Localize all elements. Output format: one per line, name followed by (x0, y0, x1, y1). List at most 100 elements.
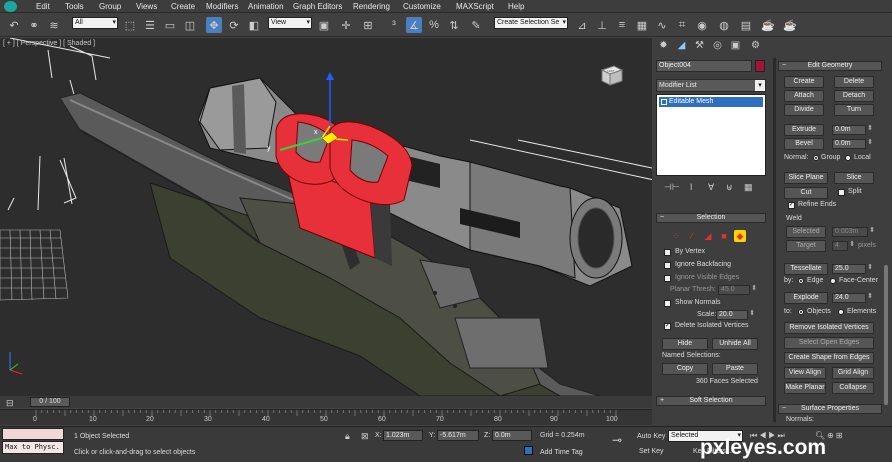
command-panel-scrollbar[interactable] (884, 265, 888, 405)
copy-button[interactable]: Copy (662, 363, 708, 375)
auto-key-button[interactable]: Auto Key (637, 433, 665, 440)
expand-icon[interactable] (661, 99, 667, 105)
tessellate-button[interactable]: Tessellate (784, 263, 828, 275)
delete-isolated-checkbox[interactable]: ✓ (664, 323, 671, 330)
window-crossing-icon[interactable]: ◫ (182, 17, 198, 33)
lock-icon[interactable]: 🔒︎ (345, 431, 350, 442)
perspective-viewport[interactable]: y x [ + ] [ Perspective ] [ Shaded ] (0, 38, 652, 396)
menu-views[interactable]: Views (136, 2, 157, 11)
select-open-edges-button[interactable]: Select Open Edges (784, 337, 874, 349)
ignore-visible-edges-checkbox[interactable] (664, 275, 671, 282)
tessellate-edge-radio[interactable] (798, 278, 804, 284)
key-icon[interactable]: ⊸ (612, 433, 622, 447)
link-icon[interactable]: ⚭ (26, 17, 42, 33)
show-end-result-icon[interactable]: ǀ (690, 182, 692, 192)
scale-spinner[interactable]: 20.0 (716, 310, 755, 320)
rect-selection-icon[interactable]: ▭ (162, 17, 178, 33)
view-align-button[interactable]: View Align (784, 367, 826, 379)
vertex-subobject-icon[interactable]: ⁘ (670, 230, 682, 242)
explode-elements-radio[interactable] (838, 309, 844, 315)
detach-button[interactable]: Detach (834, 90, 874, 102)
turn-button[interactable]: Turn (834, 104, 874, 116)
menu-customize[interactable]: Customize (403, 2, 441, 11)
element-subobject-icon[interactable]: ◆ (734, 230, 746, 242)
layer-manager-icon[interactable]: ≡ (614, 17, 630, 33)
maxscript-listener-top[interactable] (2, 428, 64, 440)
display-tab-icon[interactable]: ▣ (728, 40, 743, 54)
cut-button[interactable]: Cut (784, 187, 828, 199)
viewport-label[interactable]: [ + ] [ Perspective ] [ Shaded ] (3, 40, 95, 47)
collapse-button[interactable]: Collapse (832, 382, 874, 394)
y-coordinate-field[interactable]: -5.617m (437, 430, 479, 441)
select-object-icon[interactable]: ⬚ (122, 17, 138, 33)
object-name-field[interactable]: Object004 (656, 60, 752, 72)
explode-spinner[interactable]: 24.0 (832, 293, 873, 303)
menu-modifiers[interactable]: Modifiers (206, 2, 238, 11)
create-tab-icon[interactable]: ✹ (656, 40, 671, 54)
viewcube[interactable]: LEFT (598, 63, 624, 87)
rendered-frame-icon[interactable]: ▤ (738, 17, 754, 33)
time-slider-track[interactable] (0, 396, 652, 408)
menu-rendering[interactable]: Rendering (353, 2, 390, 11)
configure-sets-icon[interactable]: ▦ (744, 182, 753, 193)
menu-group[interactable]: Group (99, 2, 121, 11)
split-checkbox[interactable] (838, 189, 845, 196)
refine-ends-checkbox[interactable]: ✓ (788, 202, 795, 209)
remove-isolated-button[interactable]: Remove Isolated Vertices (784, 322, 874, 334)
modifier-list-dropdown[interactable]: Modifier List (656, 79, 766, 92)
stack-item-editable-mesh[interactable]: Editable Mesh (659, 97, 763, 107)
mirror-icon[interactable]: ⊿ (574, 17, 590, 33)
align-icon[interactable]: ⊥ (594, 17, 610, 33)
selection-rollout-header[interactable]: − Selection (656, 213, 766, 223)
curve-editor-icon[interactable]: ∿ (654, 17, 670, 33)
target-pixels-spinner[interactable]: 4 (832, 241, 855, 251)
menu-animation[interactable]: Animation (248, 2, 284, 11)
edit-named-selection-icon[interactable]: ✎ (468, 17, 484, 33)
trackbar-toggle-icon[interactable]: ⊟ (6, 398, 14, 409)
ignore-backfacing-checkbox[interactable] (664, 262, 671, 269)
reference-coord-dropdown[interactable]: View (268, 17, 312, 29)
create-button[interactable]: Create (784, 76, 824, 88)
chevron-down-icon[interactable]: ▾ (755, 80, 765, 91)
attach-button[interactable]: Attach (784, 90, 824, 102)
add-time-tag[interactable]: Add Time Tag (540, 449, 583, 456)
explode-button[interactable]: Explode (784, 292, 828, 304)
create-shape-button[interactable]: Create Shape from Edges (784, 352, 874, 364)
normal-local-radio[interactable] (845, 155, 851, 161)
z-coordinate-field[interactable]: 0.0m (492, 430, 532, 441)
extrude-button[interactable]: Extrude (784, 124, 824, 136)
slice-plane-button[interactable]: Slice Plane (784, 172, 828, 184)
extrude-spinner[interactable]: 0.0m (832, 125, 873, 135)
menu-edit[interactable]: Edit (36, 2, 50, 11)
select-manipulate-icon[interactable]: ✛ (338, 17, 354, 33)
maxscript-mini-listener[interactable]: Max to Physc. (2, 441, 64, 454)
schematic-view-icon[interactable]: ⌗ (674, 17, 690, 33)
object-color-swatch[interactable] (755, 60, 765, 72)
x-coordinate-field[interactable]: 1.023m (383, 430, 423, 441)
by-vertex-checkbox[interactable] (664, 249, 671, 256)
planar-thresh-spinner[interactable]: 45.0 (718, 285, 757, 295)
selection-filter-dropdown[interactable]: All (72, 17, 118, 29)
select-move-icon[interactable]: ✥ (206, 17, 222, 33)
time-tag-icon[interactable] (524, 446, 533, 455)
explode-objects-radio[interactable] (798, 309, 804, 315)
app-logo-icon[interactable] (4, 1, 17, 12)
hide-button[interactable]: Hide (662, 338, 708, 350)
modify-tab-icon[interactable]: ◢ (674, 40, 689, 54)
material-editor-icon[interactable]: ◉ (694, 17, 710, 33)
select-rotate-icon[interactable]: ⟳ (226, 17, 242, 33)
polygon-subobject-icon[interactable]: ■ (718, 230, 730, 242)
render-iterative-icon[interactable]: ☕ (782, 17, 798, 33)
ribbon-icon[interactable]: ▦ (634, 17, 650, 33)
keyboard-shortcut-icon[interactable]: ⊞ (360, 17, 376, 33)
slice-button[interactable]: Slice (834, 172, 874, 184)
menu-create[interactable]: Create (171, 2, 195, 11)
tessellate-spinner[interactable]: 25.0 (832, 264, 873, 274)
spinner-snap-icon[interactable]: ⇅ (446, 17, 462, 33)
pivot-center-icon[interactable]: ▣ (316, 17, 332, 33)
utilities-tab-icon[interactable]: ⚙ (748, 40, 763, 54)
make-unique-icon[interactable]: ∀ (708, 182, 714, 193)
menu-help[interactable]: Help (508, 2, 524, 11)
divide-button[interactable]: Divide (784, 104, 824, 116)
motion-tab-icon[interactable]: ◎ (710, 40, 725, 54)
